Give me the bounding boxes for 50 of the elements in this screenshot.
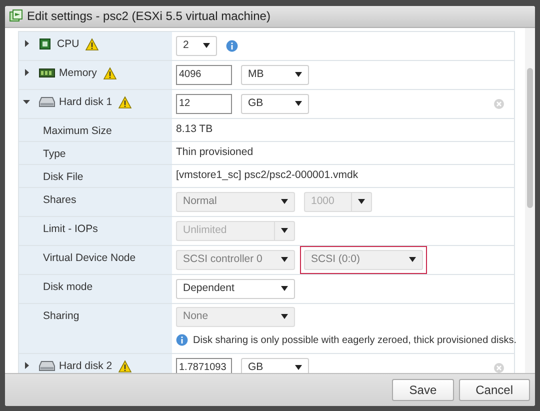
property-label: Type [42,146,66,162]
property-label: Limit - IOPs [42,222,98,236]
device-label: Memory [59,66,97,80]
info-icon [176,334,188,346]
input-field[interactable]: 12 [176,94,232,114]
property-label: Shares [42,192,76,208]
dialog-button[interactable]: Save [392,378,454,400]
device-label: Hard disk 1 [59,94,112,110]
caret-icon [409,257,416,262]
caret-icon [281,286,288,291]
input-field[interactable]: 1.7871093 [176,358,232,372]
dialog-button[interactable]: Cancel [458,378,530,400]
dropdown[interactable]: MB [241,64,309,84]
value-text: 8.13 TB [176,122,213,137]
caret-icon [295,72,302,77]
property-label: Disk mode [42,280,93,294]
hard-drive-icon [39,97,55,108]
collapsed-arrow-icon[interactable] [23,69,31,78]
chip-icon [39,38,51,50]
device-label: CPU [57,36,80,52]
caret-icon [281,199,288,204]
collapsed-arrow-icon[interactable] [23,40,31,48]
virtual-machine-icon [9,9,23,23]
caret-icon [295,101,302,106]
memory-module-icon [39,68,55,78]
property-label: Maximum Size [42,124,112,138]
caret-icon [203,43,210,48]
dropdown[interactable]: 2 [176,36,217,56]
value-text: [vmstore1_sc] psc2/psc2-000001.vmdk [176,168,358,183]
scrollbar[interactable] [525,28,535,372]
caret-icon [295,365,302,370]
caret-icon [281,228,288,233]
value-text: Thin provisioned [176,144,254,160]
input-field[interactable]: 4096 [176,64,232,84]
info-icon [226,40,238,52]
device-label: Hard disk 2 [59,358,112,372]
dropdown[interactable]: Dependent [176,278,295,298]
property-label: Virtual Device Node [42,250,136,266]
property-label: Disk File [42,170,84,184]
caret-icon [281,314,288,319]
dropdown[interactable]: GB [241,358,309,372]
window-title: Edit settings - psc2 (ESXi 5.5 virtual machine) [27,8,270,25]
collapsed-arrow-icon[interactable] [23,362,31,370]
expanded-arrow-icon[interactable] [23,98,31,106]
caret-icon [358,199,365,204]
property-label: Sharing [42,308,80,324]
note-text: Disk sharing is only possible with eagerly zeroed, thick provisioned disks. [193,334,516,348]
dropdown[interactable]: GB [241,94,309,114]
hard-drive-icon [39,361,55,372]
caret-icon [281,257,288,262]
